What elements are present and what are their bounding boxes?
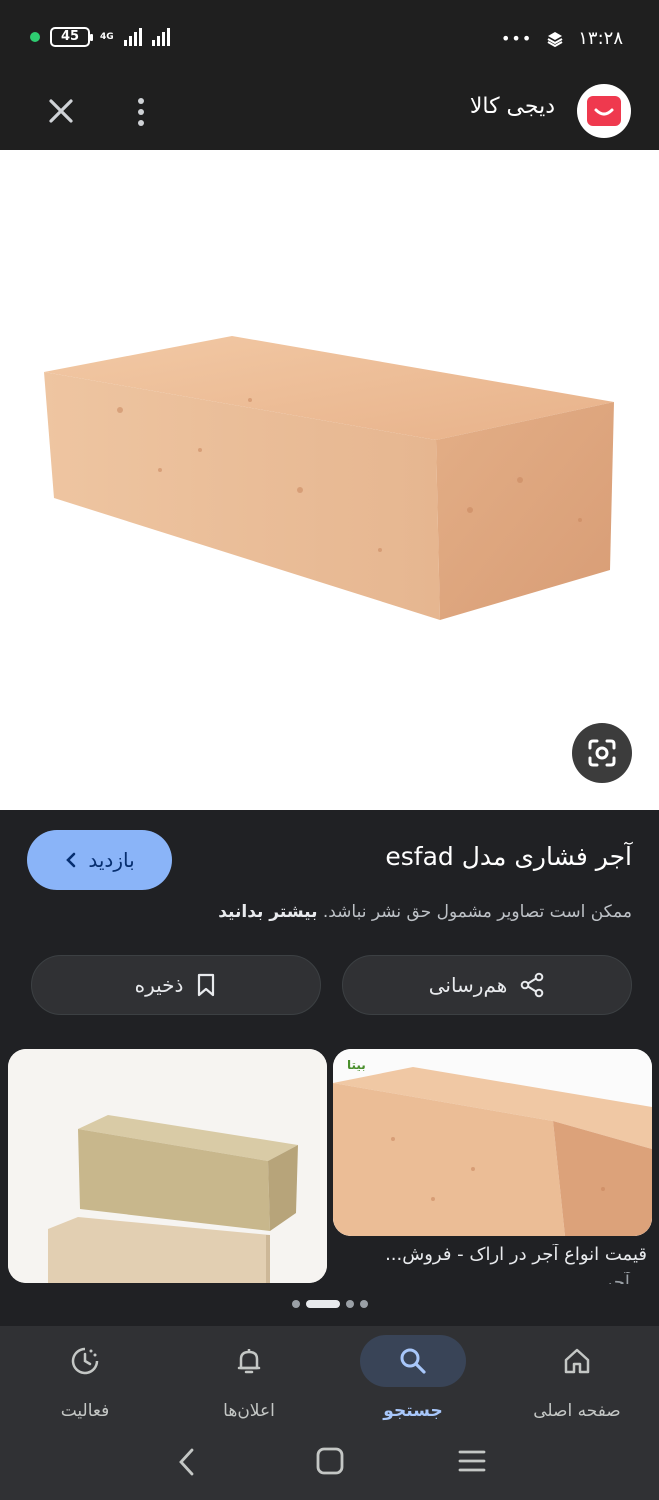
status-right: ••• ۱۳:۲۸: [501, 28, 623, 49]
learn-more-link[interactable]: بیشتر بدانید: [218, 902, 317, 922]
bell-icon: [237, 1349, 261, 1374]
share-button[interactable]: هم‌رسانی: [342, 955, 632, 1015]
battery-icon: 45: [50, 27, 93, 47]
brick-image: [44, 336, 614, 620]
nav-item-home[interactable]: صفحه اصلی: [495, 1326, 659, 1430]
copyright-notice: ممکن است تصاویر مشمول حق نشر نباشد. بیشت…: [218, 902, 632, 922]
clock: ۱۳:۲۸: [578, 28, 623, 49]
layers-icon: [547, 31, 563, 47]
system-navigation-bar: [0, 1430, 659, 1500]
related-result-card[interactable]: [8, 1049, 327, 1283]
bookmark-icon: [198, 973, 215, 997]
save-button[interactable]: ذخیره: [31, 955, 321, 1015]
nav-label-activity: فعالیت: [60, 1401, 110, 1421]
carousel-pager: [0, 1300, 659, 1308]
more-options-button[interactable]: [131, 92, 151, 132]
nav-label-notifications: اعلان‌ها: [223, 1401, 275, 1421]
search-icon: [400, 1348, 426, 1374]
signal-2-icon: [152, 28, 170, 46]
brick-thumbnail: بیتا: [333, 1049, 652, 1236]
share-label: هم‌رسانی: [428, 973, 508, 997]
related-result-card[interactable]: بیتا: [333, 1049, 652, 1236]
privacy-indicator-icon: [30, 32, 40, 42]
nav-item-search[interactable]: جستجو: [331, 1326, 495, 1430]
more-notifications-icon: •••: [500, 29, 533, 48]
status-left: 45 4G: [30, 27, 170, 47]
status-bar: 45 4G ••• ۱۳:۲۸: [0, 0, 659, 78]
network-type: 4G: [100, 31, 114, 42]
home-button-icon[interactable]: [315, 1446, 345, 1476]
close-icon: [49, 99, 73, 123]
chevron-left-icon: [66, 852, 76, 868]
svg-text:بیتا: بیتا: [347, 1058, 366, 1072]
home-icon: [564, 1348, 590, 1374]
related-card-caption[interactable]: قیمت انواع آجر در اراک - فروش...: [342, 1244, 647, 1265]
google-lens-button[interactable]: [572, 723, 632, 783]
visit-button[interactable]: بازدید: [27, 830, 172, 890]
back-icon[interactable]: [174, 1446, 200, 1478]
site-logo: [577, 84, 631, 138]
related-card-caption-line2: ...آجر: [603, 1272, 647, 1284]
activity-icon: [71, 1347, 99, 1375]
save-label: ذخیره: [134, 973, 184, 997]
bottom-navigation: صفحه اصلی جستجو اعلان‌ها فعالیت: [0, 1326, 659, 1430]
nav-item-activity[interactable]: فعالیت: [3, 1326, 167, 1430]
result-info-panel: بازدید آجر فشاری مدل esfad ممکن است تصاو…: [0, 810, 659, 1326]
app-bar: دیجی کالا: [0, 78, 659, 150]
nav-label-search: جستجو: [383, 1401, 443, 1421]
nav-item-notifications[interactable]: اعلان‌ها: [167, 1326, 331, 1430]
visit-label: بازدید: [88, 848, 135, 872]
stone-block-thumbnail: [8, 1049, 327, 1283]
recents-icon[interactable]: [458, 1448, 486, 1474]
nav-label-home: صفحه اصلی: [533, 1401, 621, 1421]
result-title: آجر فشاری مدل esfad: [385, 842, 632, 871]
main-image[interactable]: [0, 150, 659, 810]
close-button[interactable]: [44, 94, 78, 128]
lens-icon: [588, 739, 616, 767]
site-name: دیجی کالا: [469, 94, 555, 119]
signal-icon: [124, 28, 142, 46]
share-icon: [521, 972, 544, 998]
